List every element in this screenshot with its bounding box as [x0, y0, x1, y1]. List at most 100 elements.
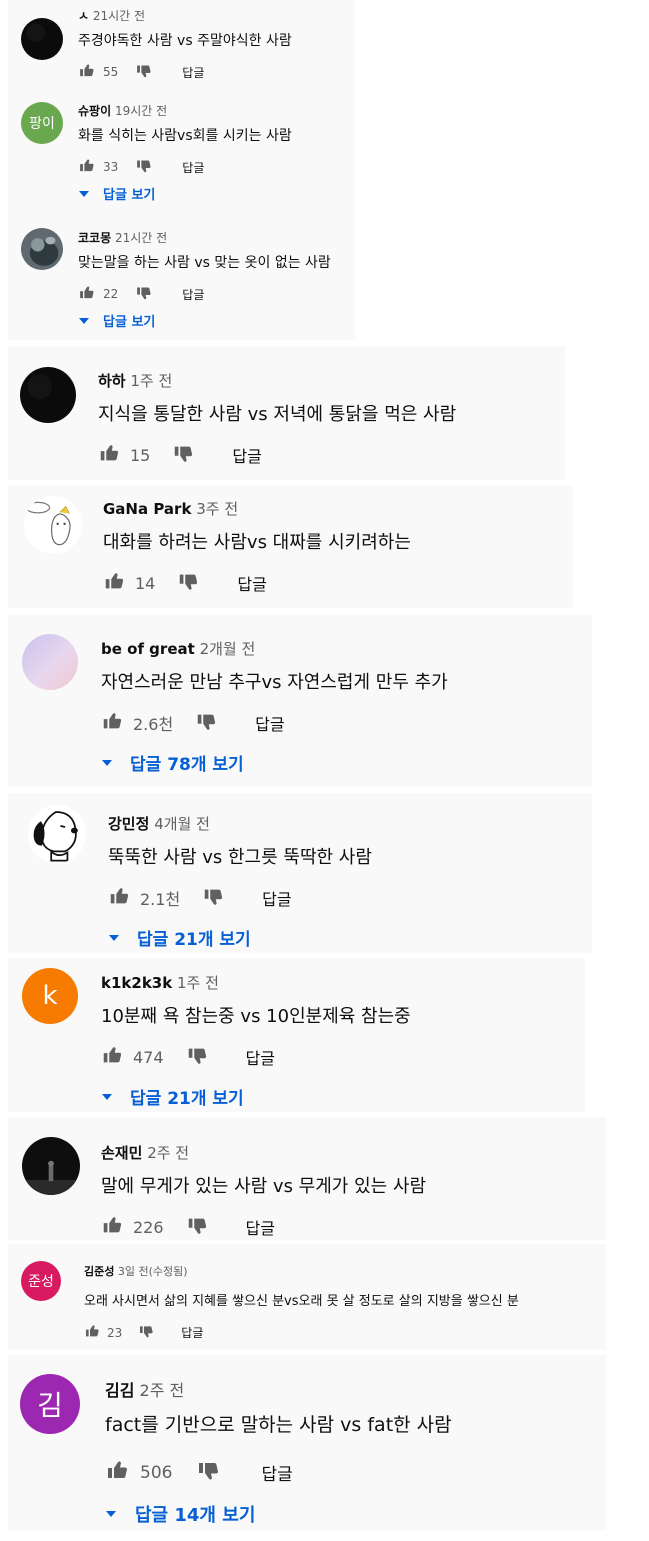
comment-time[interactable]: 3주 전: [196, 500, 238, 518]
like-icon[interactable]: [84, 1323, 100, 1342]
comment-card: [8, 615, 592, 787]
comment-card: [8, 958, 585, 1112]
author-name[interactable]: 슈팡이: [78, 104, 111, 118]
dislike-icon[interactable]: [138, 1323, 154, 1342]
reply-button[interactable]: 답글: [246, 1215, 275, 1239]
author-name[interactable]: k1k2k3k: [101, 974, 172, 992]
dislike-icon[interactable]: [172, 442, 194, 468]
comment-text: 맞는말을 하는 사람 vs 맞는 옷이 없는 사람: [78, 255, 331, 271]
like-count: 15: [130, 445, 151, 465]
avatar[interactable]: k: [22, 968, 78, 1024]
view-replies-button[interactable]: 답글 보기: [79, 311, 155, 330]
view-replies-button[interactable]: 답글 14개 보기: [106, 1501, 255, 1527]
view-replies-label: 답글 보기: [103, 188, 156, 203]
like-icon[interactable]: [105, 1458, 129, 1487]
comment-header: k1k2k3k 1주 전: [101, 972, 219, 993]
view-replies-button[interactable]: 답글 78개 보기: [102, 750, 244, 775]
avatar-initials: 준성: [28, 1274, 54, 1290]
like-icon[interactable]: [103, 570, 125, 596]
reply-button[interactable]: 답글: [232, 443, 261, 467]
avatar[interactable]: [21, 18, 63, 60]
avatar-initials: 팡이: [29, 116, 55, 132]
avatar[interactable]: [22, 634, 78, 690]
comment-card: [8, 793, 592, 953]
comment-time[interactable]: 1주 전: [130, 372, 172, 390]
like-icon[interactable]: [101, 1044, 123, 1070]
avatar-initials: 김: [37, 1389, 63, 1422]
comment-text: 지식을 통달한 사람 vs 저녁에 통닭을 먹은 사람: [98, 404, 457, 425]
like-icon[interactable]: [78, 62, 95, 82]
reply-button[interactable]: 답글: [182, 286, 204, 303]
author-name[interactable]: 손재민: [101, 1144, 142, 1162]
reply-button[interactable]: 답글: [262, 886, 291, 910]
reply-button[interactable]: 답글: [182, 64, 204, 81]
like-icon[interactable]: [101, 710, 123, 736]
comment-header: 슈팡이 19시간 전: [78, 102, 167, 119]
like-icon[interactable]: [101, 1214, 123, 1240]
avatar[interactable]: 팡이: [21, 102, 63, 144]
like-count: 2.6천: [133, 715, 174, 734]
like-icon[interactable]: [78, 284, 95, 304]
dislike-icon[interactable]: [135, 157, 152, 177]
comment-actions: 23 답글: [84, 1323, 203, 1342]
author-name[interactable]: 하하: [98, 372, 126, 390]
like-icon[interactable]: [78, 157, 95, 177]
reply-button[interactable]: 답글: [246, 1045, 275, 1069]
author-name[interactable]: be of great: [101, 640, 195, 658]
author-name[interactable]: GaNa Park: [103, 500, 191, 518]
caret-down-icon: [106, 1511, 116, 1517]
avatar[interactable]: [21, 228, 63, 270]
view-replies-button[interactable]: 답글 21개 보기: [102, 1084, 244, 1109]
comment-time[interactable]: 2주 전: [147, 1144, 189, 1162]
reply-button[interactable]: 답글: [237, 571, 266, 595]
dislike-icon[interactable]: [186, 1214, 208, 1240]
reply-button[interactable]: 답글: [261, 1460, 292, 1485]
avatar[interactable]: 김: [20, 1374, 80, 1434]
view-replies-button[interactable]: 답글 21개 보기: [109, 925, 251, 950]
comment-time[interactable]: 3일 전(수정됨): [118, 1265, 188, 1278]
comment-time[interactable]: 1주 전: [177, 974, 219, 992]
caret-down-icon: [102, 1093, 112, 1100]
avatar[interactable]: [24, 496, 82, 554]
like-icon[interactable]: [98, 442, 120, 468]
comment-header: 코코몽 21시간 전: [78, 229, 167, 246]
avatar-initials: k: [42, 981, 58, 1011]
author-name[interactable]: 김준성: [84, 1265, 114, 1278]
author-name[interactable]: 코코몽: [78, 231, 111, 245]
dislike-icon[interactable]: [202, 885, 224, 911]
comment-time[interactable]: 2주 전: [140, 1381, 185, 1400]
reply-button[interactable]: 답글: [181, 1324, 203, 1341]
view-replies-label: 답글 21개 보기: [130, 1089, 244, 1109]
comment-actions: 506 답글: [105, 1458, 293, 1487]
reply-button[interactable]: 답글: [255, 711, 284, 735]
comment-actions: 22 답글: [78, 284, 204, 304]
comment-time[interactable]: 2개월 전: [200, 640, 256, 658]
reply-button[interactable]: 답글: [182, 159, 204, 176]
dislike-icon[interactable]: [186, 1044, 208, 1070]
like-icon[interactable]: [108, 885, 130, 911]
dislike-icon[interactable]: [196, 1458, 220, 1487]
comment-time[interactable]: 4개월 전: [154, 815, 210, 833]
dislike-icon[interactable]: [135, 284, 152, 304]
comment-time[interactable]: 21시간 전: [93, 9, 145, 23]
avatar[interactable]: 준성: [21, 1261, 61, 1301]
avatar[interactable]: [22, 1137, 80, 1195]
view-replies-button[interactable]: 답글 보기: [79, 184, 155, 203]
like-count: 506: [140, 1462, 173, 1483]
comment-actions: 33 답글: [78, 157, 204, 177]
comment-time[interactable]: 19시간 전: [115, 104, 167, 118]
dislike-icon[interactable]: [195, 710, 217, 736]
avatar[interactable]: [28, 805, 86, 863]
comment-actions: 55 답글: [78, 62, 204, 82]
comment-time[interactable]: 21시간 전: [115, 231, 167, 245]
dislike-icon[interactable]: [177, 570, 199, 596]
view-replies-label: 답글 21개 보기: [137, 930, 251, 950]
author-name[interactable]: 강민정: [108, 815, 149, 833]
comment-actions: 14 답글: [103, 570, 267, 596]
author-name[interactable]: 김김: [105, 1381, 134, 1400]
avatar[interactable]: [20, 367, 76, 423]
author-name[interactable]: ㅅ: [78, 9, 89, 23]
like-count: 2.1천: [140, 890, 181, 909]
comment-header: ㅅ 21시간 전: [78, 7, 145, 24]
dislike-icon[interactable]: [135, 62, 152, 82]
